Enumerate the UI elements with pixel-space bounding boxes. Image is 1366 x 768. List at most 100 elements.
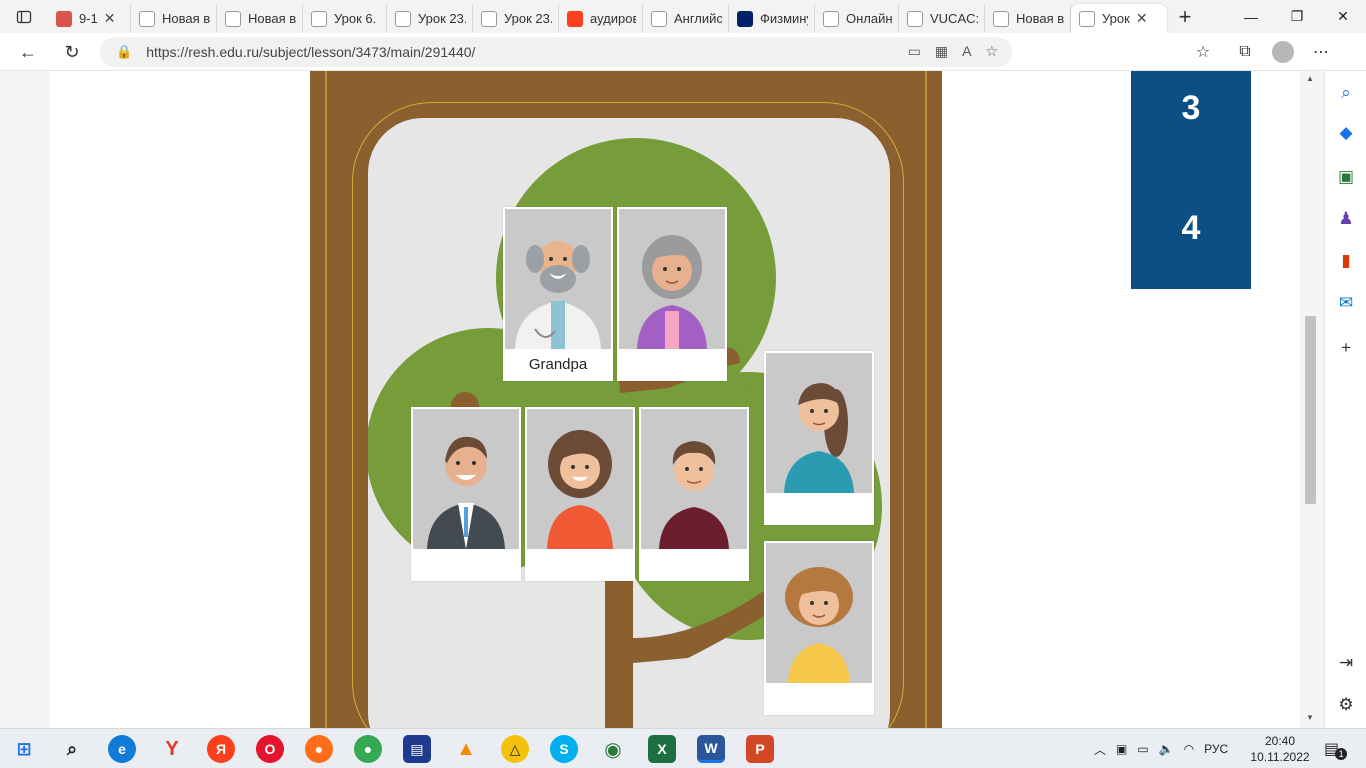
outlook-icon[interactable]: ✉: [1334, 291, 1358, 315]
scroll-down-icon[interactable]: ▼: [1306, 713, 1314, 722]
grandma-label: [619, 349, 725, 379]
tab-6[interactable]: Урок 23.: [473, 4, 559, 33]
add-favorite-icon[interactable]: ☆: [985, 43, 998, 60]
resh-icon: [311, 10, 327, 27]
tab-2[interactable]: Новая в: [131, 4, 217, 33]
father-avatar: [427, 436, 505, 549]
tab-11[interactable]: VUCAC: (: [899, 4, 985, 33]
tools-icon[interactable]: ▣: [1334, 165, 1358, 189]
mother-card[interactable]: [525, 407, 635, 581]
tab-actions-button[interactable]: [0, 0, 48, 33]
girl-card[interactable]: [764, 351, 874, 525]
tab-9[interactable]: Физмину: [729, 4, 815, 33]
games-icon[interactable]: ♟: [1334, 207, 1358, 231]
tab-actions-icon: [16, 10, 32, 23]
eye-app-icon[interactable]: ◉: [599, 735, 627, 763]
battery-icon[interactable]: ▭: [1137, 742, 1148, 756]
firefox-icon[interactable]: ●: [305, 735, 333, 763]
father-photo: [413, 409, 519, 549]
tab-5[interactable]: Урок 23.: [387, 4, 473, 33]
tab-close-icon[interactable]: ✕: [104, 10, 116, 27]
yandex-browser-icon[interactable]: Y: [158, 735, 186, 763]
excel-icon[interactable]: X: [648, 735, 676, 763]
grandpa-photo: [505, 209, 611, 349]
chrome-icon[interactable]: ●: [354, 735, 382, 763]
close-window-icon[interactable]: ✕: [1320, 0, 1366, 33]
scroll-thumb[interactable]: [1305, 316, 1316, 504]
clock[interactable]: 20:40 10.11.2022: [1250, 733, 1310, 765]
app-available-icon[interactable]: ▭: [908, 43, 921, 60]
little-girl-card[interactable]: [764, 541, 874, 715]
tab-13[interactable]: Урок ✕: [1071, 4, 1167, 33]
uk-flag-icon: [737, 10, 753, 27]
shopping-icon[interactable]: ◆: [1334, 121, 1358, 145]
tray-app-icon[interactable]: ▣: [1116, 742, 1127, 756]
collections-icon[interactable]: ⧉: [1230, 37, 1260, 67]
grandpa-card[interactable]: Grandpa: [503, 207, 613, 381]
office-icon[interactable]: ▮: [1334, 249, 1358, 273]
address-url[interactable]: https://resh.edu.ru/subject/lesson/3473/…: [146, 44, 475, 60]
tab-8[interactable]: Английс: [643, 4, 729, 33]
more-menu-icon[interactable]: ⋯: [1306, 37, 1336, 67]
tab-list: 9-1 ✕ Новая в Новая в Урок 6. г Урок 23. Урок …: [48, 0, 1167, 33]
windows-start-icon[interactable]: ⊞: [10, 735, 38, 763]
father-card[interactable]: [411, 407, 521, 581]
lock-icon: 🔒: [116, 44, 133, 59]
tab-close-icon[interactable]: ✕: [1136, 10, 1148, 27]
refresh-icon[interactable]: ↻: [52, 35, 92, 69]
volume-icon[interactable]: 🔈: [1159, 742, 1174, 756]
mother-photo: [527, 409, 633, 549]
resh-icon: [1079, 10, 1095, 27]
tab-3[interactable]: Новая в: [217, 4, 303, 33]
profile-avatar[interactable]: [1272, 41, 1294, 63]
skype-icon[interactable]: S: [550, 735, 578, 763]
lesson-steps-panel: 3 4: [1131, 71, 1251, 289]
boy-card[interactable]: [639, 407, 749, 581]
step-3[interactable]: 3: [1131, 89, 1251, 128]
little-girl-avatar: [785, 567, 853, 683]
clock-date: 10.11.2022: [1250, 750, 1310, 764]
back-icon[interactable]: ←: [8, 35, 48, 69]
tab-12[interactable]: Новая в: [985, 4, 1071, 33]
tab-title: Онлайн-: [846, 11, 892, 26]
search-icon[interactable]: ⌕: [1334, 81, 1358, 105]
sidebar-settings-icon[interactable]: ⚙: [1334, 693, 1358, 717]
opera-icon[interactable]: O: [256, 735, 284, 763]
word-icon[interactable]: W: [697, 735, 725, 763]
network-icon[interactable]: ◠: [1184, 742, 1194, 756]
hide-sidebar-icon[interactable]: ⇥: [1334, 651, 1358, 675]
page-scrollbar[interactable]: ▲ ▼: [1302, 71, 1320, 728]
read-aloud-icon[interactable]: A: [962, 43, 971, 60]
save-disk-icon[interactable]: ▤: [403, 735, 431, 763]
step-4[interactable]: 4: [1131, 209, 1251, 248]
triangle-app-icon[interactable]: △: [501, 735, 529, 763]
tray-chevron-icon[interactable]: ︿: [1094, 741, 1106, 758]
address-bar[interactable]: 🔒 https://resh.edu.ru/subject/lesson/347…: [100, 37, 1012, 67]
tab-10[interactable]: Онлайн-: [815, 4, 899, 33]
grandma-card[interactable]: [617, 207, 727, 381]
powerpoint-icon[interactable]: P: [746, 735, 774, 763]
edge-icon[interactable]: e: [108, 735, 136, 763]
vlc-icon[interactable]: ▲: [452, 735, 480, 763]
frame-trim-left: [325, 71, 327, 728]
maximize-icon[interactable]: ❐: [1274, 0, 1320, 33]
language-indicator[interactable]: РУС: [1204, 742, 1228, 756]
notification-center[interactable]: ▤ 1: [1324, 729, 1348, 768]
taskbar-search-icon[interactable]: ⌕: [58, 735, 86, 763]
tab-7[interactable]: аудиров: [559, 4, 643, 33]
page-icon: [993, 10, 1009, 27]
scroll-up-icon[interactable]: ▲: [1306, 74, 1314, 83]
minimize-icon[interactable]: —: [1228, 0, 1274, 33]
qr-icon[interactable]: ▦: [935, 43, 948, 60]
page-icon: [139, 10, 155, 27]
new-tab-button[interactable]: +: [1167, 2, 1203, 31]
yandex-icon[interactable]: Я: [207, 735, 235, 763]
tab-title: Английс: [674, 11, 722, 26]
grandpa-label: Grandpa: [528, 355, 588, 373]
notification-count: 1: [1335, 748, 1348, 760]
boy-avatar: [659, 441, 729, 549]
tab-1[interactable]: 9-1 ✕: [48, 4, 131, 33]
favorites-icon[interactable]: ☆: [1188, 37, 1218, 67]
tab-4[interactable]: Урок 6. г: [303, 4, 387, 33]
add-sidebar-icon[interactable]: +: [1334, 336, 1358, 360]
